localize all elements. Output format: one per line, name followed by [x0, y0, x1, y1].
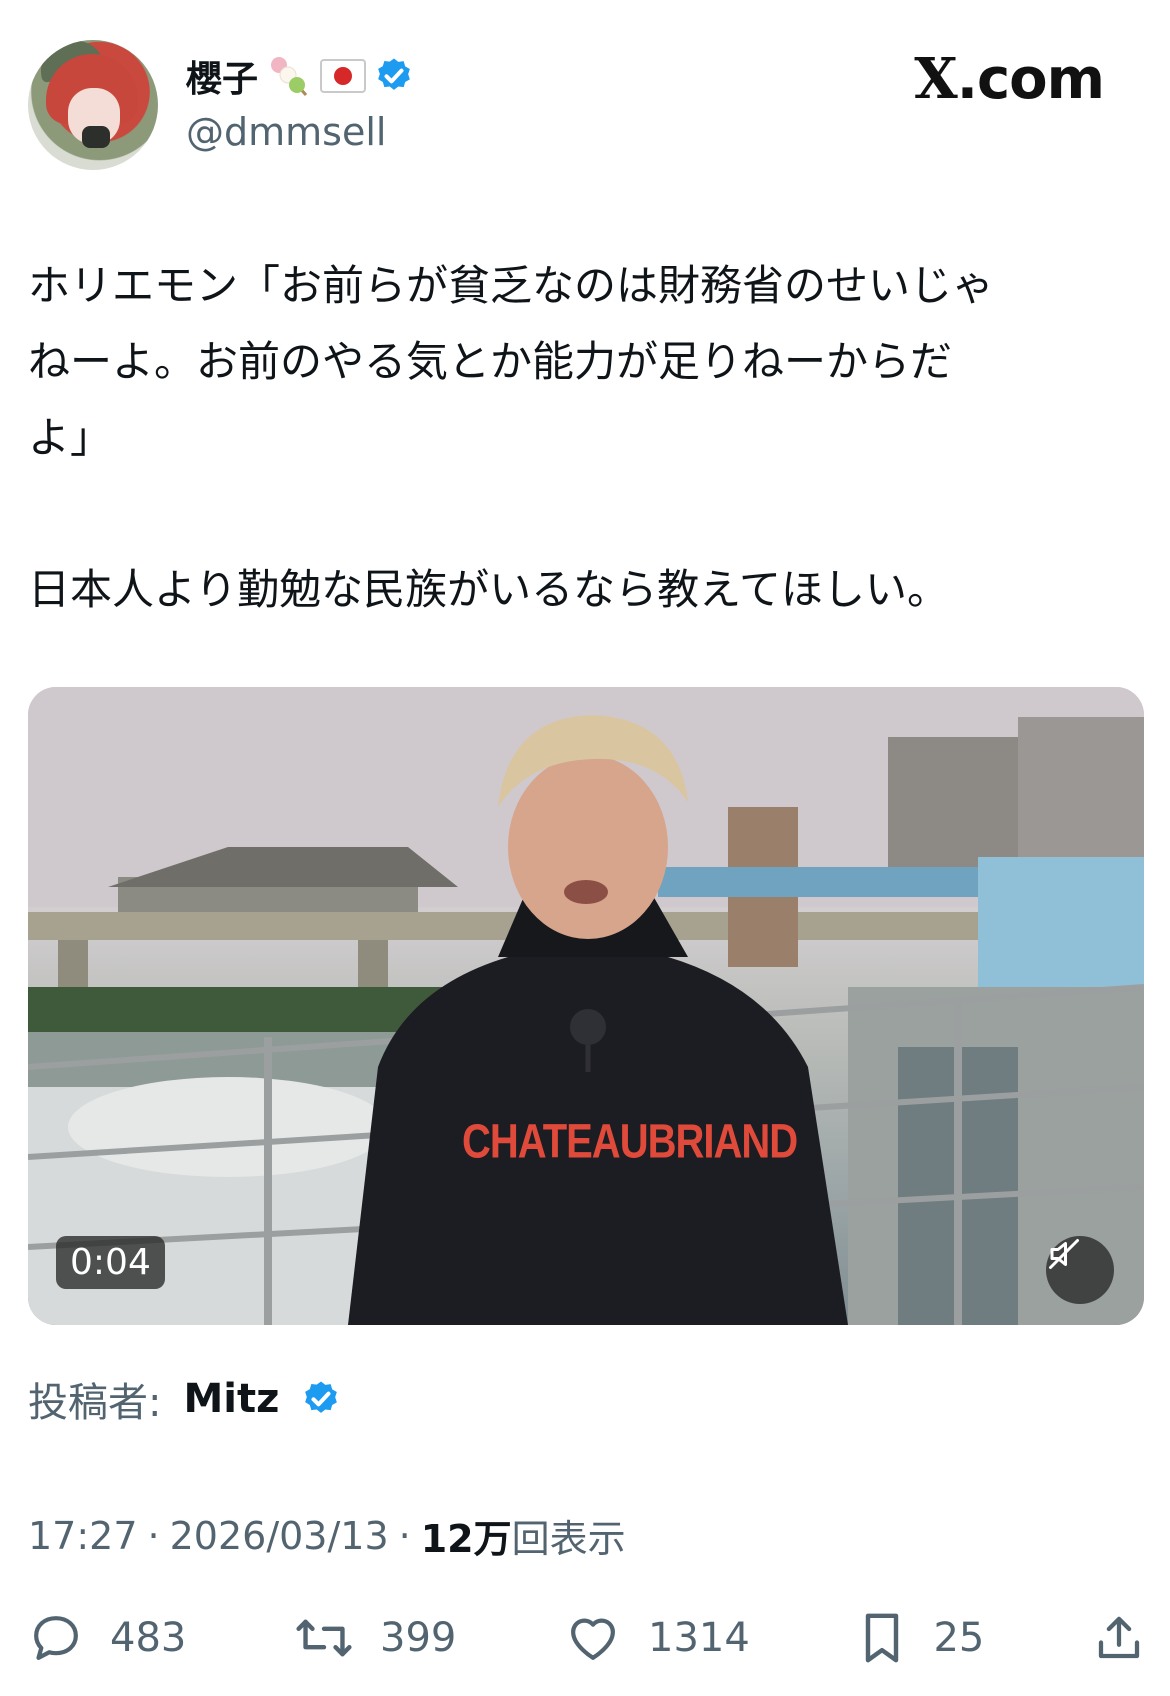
dango-emoji-icon [271, 57, 308, 96]
verified-badge-icon [305, 1381, 338, 1413]
video-frame [28, 687, 1144, 1325]
site-domain: .com [956, 47, 1105, 112]
views-count: 12万 [420, 1517, 512, 1561]
repost-icon [296, 1619, 352, 1657]
repost-button[interactable]: 399 [294, 1610, 456, 1666]
video-attribution: 投稿者: Mitz [28, 1372, 341, 1426]
mute-button[interactable] [1046, 1236, 1114, 1304]
meta-separator: · [147, 1513, 160, 1558]
bookmark-icon [866, 1613, 899, 1663]
repost-count: 399 [380, 1615, 457, 1661]
heart-icon [571, 1618, 615, 1660]
display-name[interactable]: 櫻子 [186, 50, 258, 102]
x-logo-icon: X [914, 46, 957, 112]
profile-avatar[interactable] [28, 40, 158, 170]
tweet-date[interactable]: 2026/03/13 [170, 1514, 389, 1558]
avatar-hand [82, 126, 110, 148]
speaker-muted-icon [1049, 1239, 1079, 1269]
meta-separator: · [398, 1513, 411, 1558]
user-handle[interactable]: @dmmsell [186, 110, 386, 154]
attribution-label: 投稿者: [28, 1380, 162, 1426]
tweet-time[interactable]: 17:27 [28, 1514, 138, 1558]
share-button[interactable] [1092, 1610, 1146, 1666]
attribution-name[interactable]: Mitz [183, 1376, 279, 1422]
reply-button[interactable]: 483 [28, 1610, 186, 1666]
tweet-meta: 17:27 · 2026/03/13 · 12万回表示 [28, 1508, 626, 1563]
share-icon [1098, 1616, 1140, 1659]
tweet-text: ホリエモン「お前らが貧乏なのは財務省のせいじゃ ねーよ。お前のやる気とか能力が足… [28, 261, 995, 614]
reply-icon [34, 1616, 78, 1660]
japan-flag-icon [320, 59, 367, 93]
views-label: 回表示 [511, 1517, 626, 1561]
like-button[interactable]: 1314 [564, 1610, 750, 1666]
reply-count: 483 [110, 1615, 187, 1661]
like-count: 1314 [648, 1615, 750, 1661]
bookmark-count: 25 [933, 1615, 985, 1661]
bookmark-button[interactable]: 25 [857, 1610, 984, 1666]
verified-badge-icon [378, 58, 410, 90]
name-row: 櫻子 [186, 52, 414, 100]
site-watermark: X.com [914, 46, 1105, 112]
action-bar: 483 399 1314 25 [28, 1606, 1146, 1670]
video-player[interactable]: CHATEAUBRIAND 0:04 [28, 687, 1144, 1325]
video-duration-badge: 0:04 [56, 1236, 165, 1289]
shirt-print-text: CHATEAUBRIAND [462, 1115, 798, 1169]
